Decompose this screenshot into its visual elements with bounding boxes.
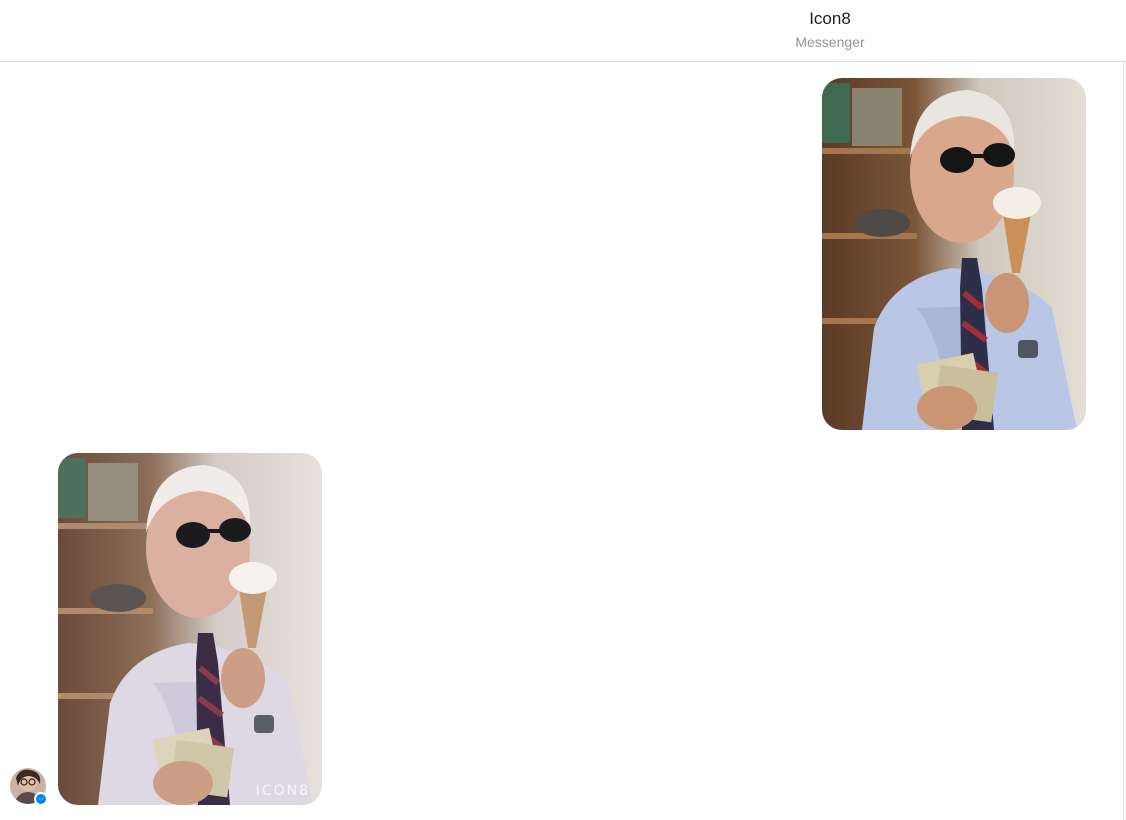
outgoing-photo-message[interactable] — [822, 78, 1086, 430]
contact-subtitle: Messenger — [795, 34, 865, 50]
photo-watermark: ICON8 — [255, 783, 310, 799]
message-thread: ICON8 — [0, 62, 1124, 820]
contact-name: Icon8 — [809, 9, 851, 28]
header-title-block[interactable]: Icon8 Messenger — [730, 8, 930, 52]
photo-man-ice-cream-filtered-icon — [58, 453, 322, 805]
messenger-badge-icon — [34, 792, 48, 806]
chat-header: Icon8 Messenger — [0, 0, 1126, 62]
photo-man-ice-cream-icon — [822, 78, 1086, 430]
messenger-window: Icon8 Messenger ICON8 — [0, 0, 1126, 820]
incoming-photo-message[interactable]: ICON8 — [58, 453, 322, 805]
contact-avatar[interactable] — [10, 768, 48, 806]
